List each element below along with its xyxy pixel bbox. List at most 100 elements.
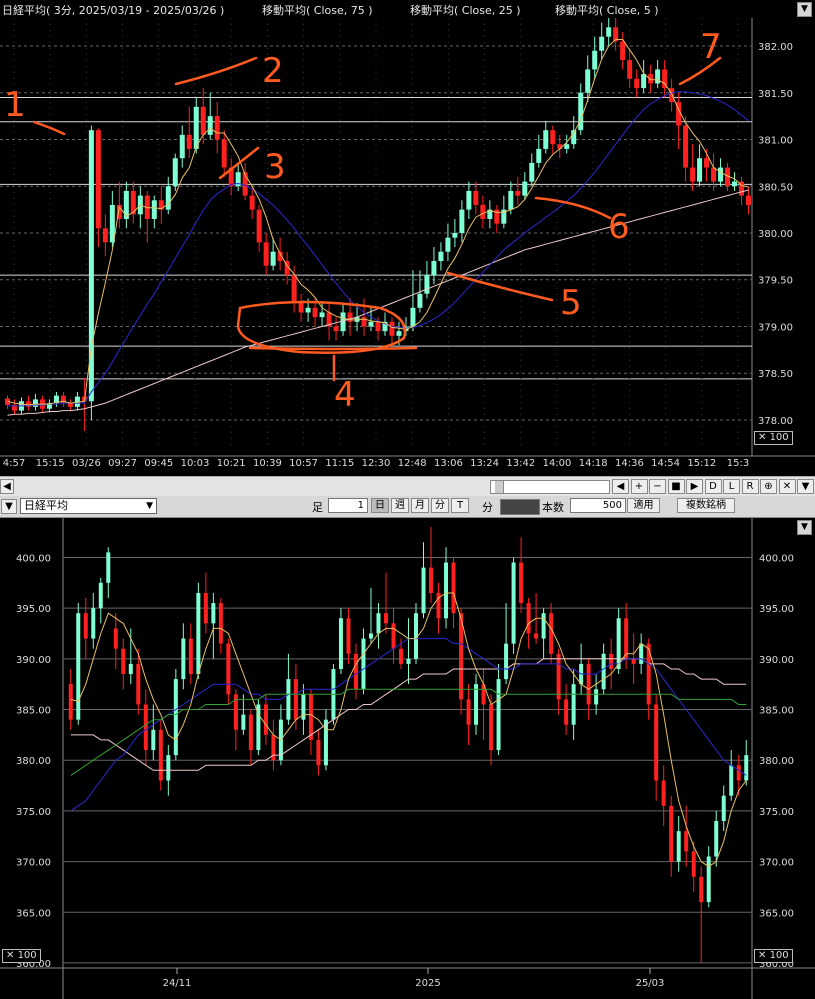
- candle-down: [429, 567, 434, 593]
- annotation-stroke: [446, 271, 554, 302]
- next-icon[interactable]: ▶: [686, 479, 703, 494]
- candle-down: [699, 876, 704, 903]
- candle-down: [669, 88, 675, 103]
- candle-up: [179, 134, 185, 159]
- candle-down: [586, 663, 591, 705]
- period-button-4[interactable]: T: [451, 498, 469, 513]
- candle-down: [534, 633, 539, 639]
- y-tick-label: 381.00: [758, 136, 793, 147]
- l-button[interactable]: L: [723, 479, 740, 494]
- x-tick-label: 2025: [415, 978, 440, 989]
- period-button-3[interactable]: 分: [431, 498, 449, 513]
- x-tick-label: 09:27: [108, 458, 137, 469]
- candle-up: [270, 251, 276, 266]
- candle-up: [438, 251, 444, 262]
- annotation-number: 6: [608, 207, 630, 247]
- y-tick-label-left: 375.00: [16, 807, 51, 818]
- candle-down: [248, 714, 253, 751]
- zoom-out-icon[interactable]: −: [649, 479, 666, 494]
- candle-down: [312, 307, 318, 318]
- candle-down: [95, 130, 101, 229]
- close-icon[interactable]: ✕: [778, 479, 796, 494]
- candle-up: [172, 158, 178, 187]
- annotation-number: 5: [560, 283, 582, 323]
- candle-up: [406, 658, 411, 664]
- scale-readout-2[interactable]: ✕ 100: [2, 949, 41, 963]
- y-tick-label-left: 370.00: [16, 858, 51, 869]
- x-tick-label: 03/26: [72, 458, 101, 469]
- candle-up: [431, 261, 437, 276]
- y-tick-label-right: 365.00: [759, 908, 794, 919]
- candle-down: [466, 699, 471, 725]
- zoom-in-icon[interactable]: +: [630, 479, 648, 494]
- ma75-label: 移動平均( Close, 75 ): [262, 4, 373, 17]
- annotation-stroke: [534, 196, 612, 220]
- symbol-value: 日経平均: [24, 499, 68, 512]
- y-tick-label-right: 380.00: [759, 756, 794, 767]
- candle-down: [136, 663, 141, 705]
- d-button[interactable]: D: [704, 479, 722, 494]
- pane-dropdown-icon[interactable]: ▼: [797, 2, 812, 17]
- stop-icon[interactable]: ■: [667, 479, 685, 494]
- ma5-label: 移動平均( Close, 5 ): [555, 4, 659, 17]
- candle-down: [263, 704, 268, 735]
- candle-up: [466, 190, 472, 210]
- candle-down: [654, 704, 659, 781]
- candle-up: [376, 613, 381, 634]
- candle-up: [508, 190, 514, 210]
- color-picker[interactable]: [500, 499, 540, 515]
- y-tick-label: 380.00: [758, 229, 793, 240]
- candle-up: [594, 689, 599, 705]
- candle-up: [452, 233, 458, 238]
- period-button-1[interactable]: 週: [391, 498, 409, 513]
- scale-readout[interactable]: ✕ 100: [754, 431, 793, 445]
- period-button-2[interactable]: 月: [411, 498, 429, 513]
- multi-symbol-button[interactable]: 複数銘柄: [677, 498, 735, 513]
- count-input[interactable]: 500: [570, 498, 626, 513]
- r-button[interactable]: R: [741, 479, 759, 494]
- prev-icon[interactable]: ◀: [612, 479, 629, 494]
- scale-readout-3[interactable]: ✕ 100: [754, 949, 793, 963]
- candle-down: [557, 144, 563, 149]
- intraday-chart-pane: 日経平均( 3分, 2025/03/19 - 2025/03/26 ) 移動平均…: [0, 0, 815, 470]
- x-tick-label: 15:15: [36, 458, 65, 469]
- candle-down: [188, 638, 193, 675]
- candle-down: [200, 106, 206, 135]
- candle-up: [445, 237, 451, 252]
- scroll-left-icon[interactable]: ◀: [0, 479, 14, 494]
- annotation-number: 1: [4, 85, 26, 125]
- candle-down: [669, 805, 674, 862]
- down-icon[interactable]: ▼: [797, 479, 814, 494]
- candle-down: [556, 653, 561, 700]
- candle-down: [515, 190, 521, 196]
- period-input[interactable]: 1: [328, 498, 368, 513]
- count-label: 本数: [542, 501, 564, 514]
- candle-down: [609, 653, 614, 669]
- y-tick-label: 378.00: [758, 416, 793, 427]
- annotation-number: 3: [264, 147, 286, 187]
- candle-up: [286, 679, 291, 720]
- candle-down: [683, 125, 689, 168]
- menu-dropdown-icon[interactable]: ▼: [1, 499, 17, 514]
- daily-candlestick-chart: 400.00 400.00 395.00 395.00 390.00 390.00 385.…: [0, 518, 815, 999]
- candle-down: [113, 628, 118, 649]
- apply-button[interactable]: 適用: [627, 498, 660, 513]
- y-tick-label-left: 380.00: [16, 756, 51, 767]
- candle-down: [316, 739, 321, 766]
- magnify-icon[interactable]: ⊕: [760, 479, 777, 494]
- scroll-track[interactable]: [490, 480, 610, 494]
- candle-down: [214, 116, 220, 140]
- candle-up: [417, 293, 423, 308]
- period-button-0[interactable]: 日: [371, 498, 389, 513]
- candle-up: [729, 765, 734, 796]
- candle-down: [346, 618, 351, 654]
- scroll-thumb[interactable]: [495, 481, 504, 493]
- candle-down: [389, 321, 395, 336]
- candle-up: [106, 552, 111, 583]
- symbol-select[interactable]: 日経平均 ▼: [20, 498, 157, 514]
- candle-up: [361, 638, 366, 690]
- x-tick-label: 11:15: [325, 458, 354, 469]
- candle-down: [627, 60, 633, 79]
- candle-down: [158, 729, 163, 781]
- candle-up: [128, 663, 133, 675]
